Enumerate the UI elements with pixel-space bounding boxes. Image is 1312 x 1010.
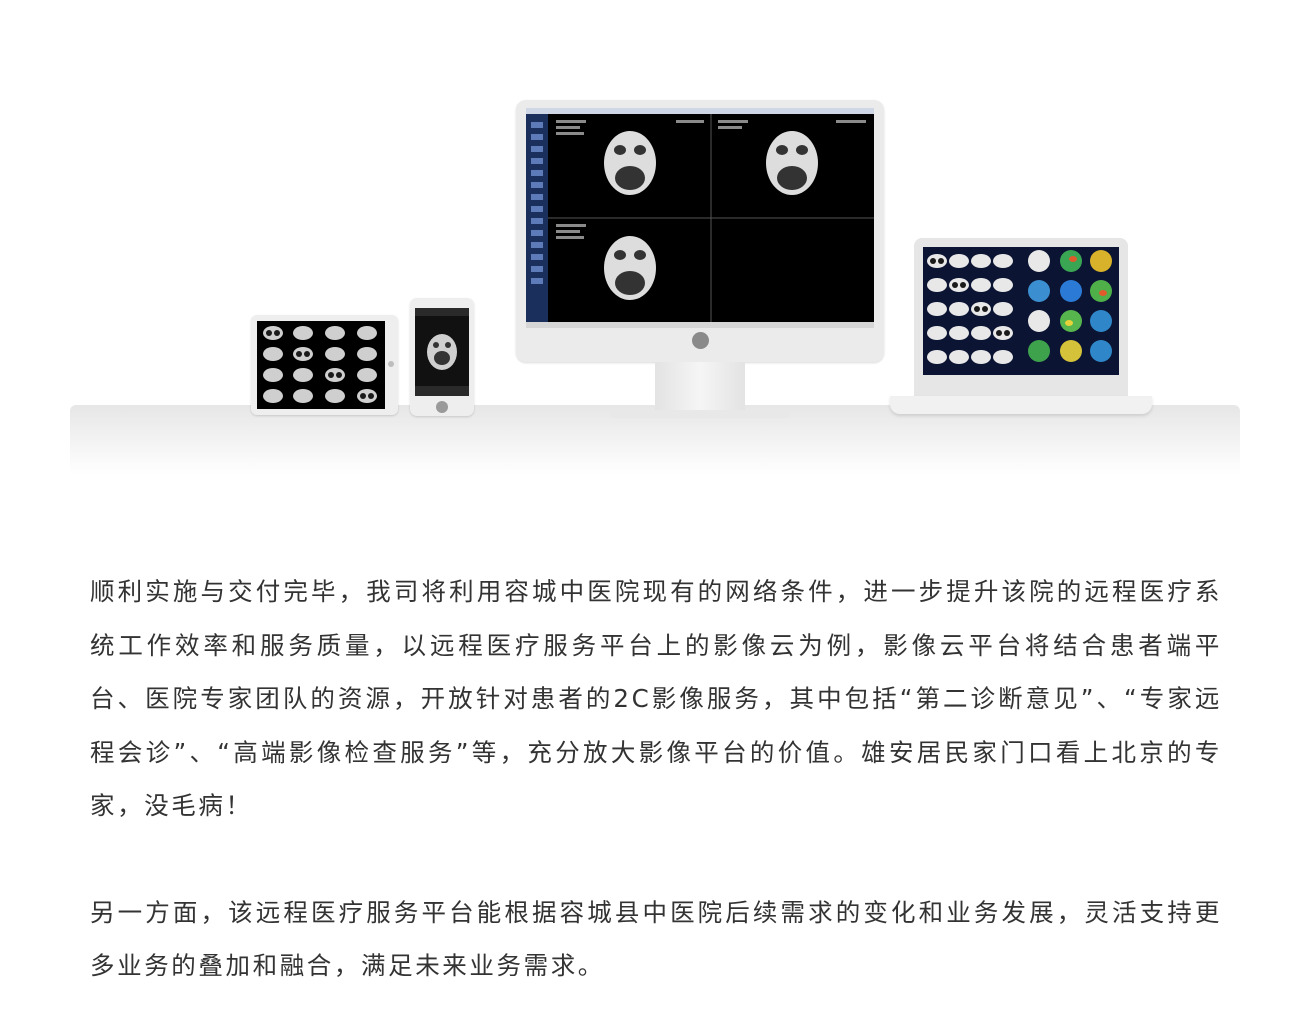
monitor-stand [655, 362, 745, 414]
tablet [251, 315, 398, 415]
phone-ct-illustration [415, 308, 469, 396]
scan-grid-illustration [927, 250, 1112, 364]
tablet-home-button [388, 361, 394, 367]
hero-image [0, 0, 1312, 540]
smartphone [410, 298, 474, 416]
ct-viewer-illustration [526, 108, 874, 328]
phone-screen [415, 308, 469, 396]
laptop [914, 238, 1128, 398]
laptop-screen [923, 247, 1119, 375]
desktop-monitor [516, 100, 884, 362]
laptop-base [890, 396, 1152, 414]
monitor-power-button [692, 332, 709, 349]
article-body: 顺利实施与交付完毕，我司将利用容城中医院现有的网络条件，进一步提升该院的远程医疗… [90, 565, 1222, 993]
paragraph-2: 另一方面，该远程医疗服务平台能根据容城县中医院后续需求的变化和业务发展，灵活支持… [90, 897, 1222, 981]
monitor-foot [610, 410, 790, 418]
tablet-scan-grid [263, 326, 377, 403]
paragraph-1: 顺利实施与交付完毕，我司将利用容城中医院现有的网络条件，进一步提升该院的远程医疗… [90, 577, 1222, 820]
monitor-screen [526, 108, 874, 328]
tablet-screen [257, 321, 385, 409]
phone-home-button [436, 401, 448, 413]
